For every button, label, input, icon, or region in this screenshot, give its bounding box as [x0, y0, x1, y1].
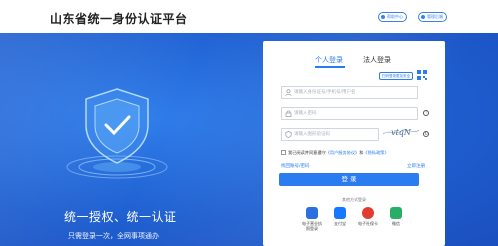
alipay-login-label: 支付宝: [334, 221, 346, 226]
password-info-icon[interactable]: !: [423, 110, 429, 116]
tab-legal-person-login[interactable]: 法人登录: [363, 55, 391, 65]
shield-check-icon: [285, 131, 292, 138]
help-icon: [381, 15, 385, 19]
password-input[interactable]: [294, 109, 404, 118]
password-field[interactable]: [281, 107, 418, 120]
banner-slogan: 统一授权、统一认证: [64, 210, 177, 224]
tab-personal-login[interactable]: 个人登录: [315, 55, 343, 65]
forgot-password-link[interactable]: 找回账号/密码: [281, 163, 310, 169]
help-center-button[interactable]: 帮助中心: [378, 12, 407, 22]
agreement-row: 我已阅读并同意遵守《用户服务协议》和《隐私政策》: [281, 150, 389, 156]
qr-login-hint: 扫码登录更加安全: [379, 72, 413, 80]
captcha-refresh-icon[interactable]: ↻: [423, 131, 429, 137]
captcha-image[interactable]: vtqN: [381, 126, 421, 138]
user-icon: [285, 89, 292, 96]
lock-icon: [285, 110, 292, 117]
account-input[interactable]: [294, 88, 404, 97]
alipay-icon: [334, 207, 346, 219]
social-card-login-option[interactable]: 电子社保卡: [353, 207, 383, 226]
license-icon: [306, 207, 318, 219]
banner-subslogan: 只需登录一次，全网事项通办: [68, 232, 159, 240]
qr-code-icon[interactable]: [417, 70, 427, 80]
wechat-login-option[interactable]: 微信: [381, 207, 411, 226]
captcha-field[interactable]: [281, 128, 379, 141]
alipay-login-option[interactable]: 支付宝: [325, 207, 355, 226]
site-title: 山东省统一身份认证平台: [50, 12, 188, 26]
agreement-text: 我已阅读并同意遵守: [288, 150, 326, 155]
shield-illustration-icon: [66, 88, 168, 179]
privacy-policy-link[interactable]: 《隐私政策》: [363, 150, 388, 155]
wechat-icon: [390, 207, 402, 219]
license-login-option[interactable]: 电子营业执 照登录: [297, 207, 327, 231]
top-header: 山东省统一身份认证平台 帮助中心 管理后端: [0, 0, 498, 33]
wechat-login-label: 微信: [392, 221, 400, 226]
hero-banner: 统一授权、统一认证 只需登录一次，全网事项通办 个人登录 法人登录 扫码登录更加…: [0, 33, 498, 246]
user-agreement-link[interactable]: 《用户服务协议》: [326, 150, 360, 155]
admin-icon: [421, 15, 425, 19]
help-center-label: 帮助中心: [387, 14, 403, 19]
account-field[interactable]: [281, 86, 418, 99]
login-panel: 个人登录 法人登录 扫码登录更加安全 !: [263, 41, 445, 246]
login-button[interactable]: 登 录: [279, 173, 419, 186]
social-card-login-label: 电子社保卡: [358, 221, 378, 226]
active-tab-indicator: [315, 66, 345, 68]
register-link[interactable]: 立即注册: [407, 163, 425, 169]
captcha-text: vtqN: [391, 128, 412, 137]
admin-backend-label: 管理后端: [427, 14, 443, 19]
license-login-label: 电子营业执 照登录: [302, 221, 322, 231]
captcha-input[interactable]: [294, 130, 374, 139]
other-login-title: 其他方式登录: [342, 197, 366, 202]
admin-backend-button[interactable]: 管理后端: [418, 12, 447, 22]
agreement-checkbox[interactable]: [281, 150, 286, 155]
social-security-card-icon: [362, 207, 374, 219]
